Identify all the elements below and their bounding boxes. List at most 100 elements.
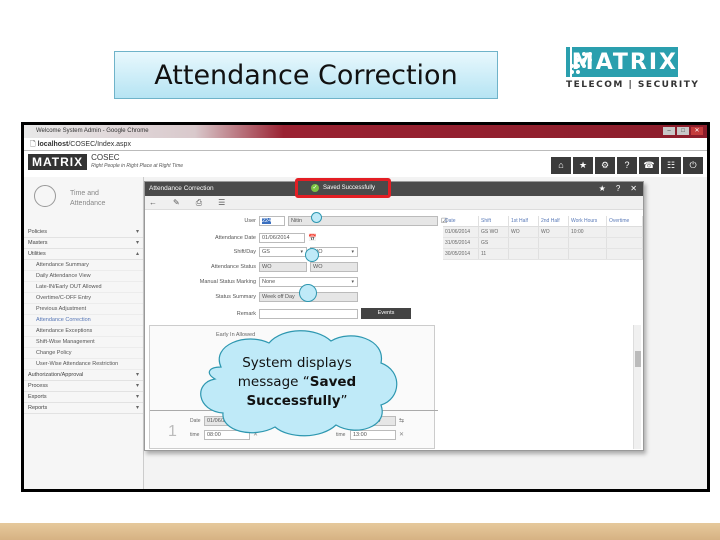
module-label-line1: Time and <box>70 190 99 197</box>
col-2nd-half: 2nd Half <box>539 216 569 226</box>
sidebar-item-policies[interactable]: Policies ▾ <box>24 227 143 238</box>
cell: 31/05/2014 <box>443 238 479 248</box>
app-tagline: Right People in Right Place at Right Tim… <box>91 163 184 169</box>
slide-footer-bar <box>0 523 720 540</box>
sidebar-subitem-attendance-summary[interactable]: Attendance Summary <box>24 260 143 271</box>
nav-label: Exports <box>28 394 47 400</box>
cell <box>539 238 569 248</box>
org-chart-icon[interactable]: ☷ <box>661 157 681 174</box>
address-host: localhost <box>37 141 69 148</box>
vertical-scrollbar[interactable] <box>633 325 641 449</box>
calendar-icon[interactable]: 📅 <box>308 234 317 242</box>
sidebar-subitem-shift-wise-management[interactable]: Shift-Wise Management <box>24 337 143 348</box>
nav-label: Utilities <box>28 251 46 257</box>
cell <box>607 249 643 259</box>
module-time-attendance[interactable]: Time and Attendance <box>24 177 143 227</box>
chevron-down-icon: ▾ <box>135 229 139 235</box>
back-arrow-icon[interactable]: ← <box>149 196 157 209</box>
sidebar-item-exports[interactable]: Exports ▾ <box>24 392 143 403</box>
nav-label: Reports <box>28 405 48 411</box>
panel-help-icon[interactable]: ? <box>616 182 620 196</box>
chevron-up-icon: ▴ <box>135 251 139 257</box>
events-button[interactable]: Events <box>361 308 411 319</box>
nav-label: Authorization/Approval <box>28 372 84 378</box>
shift-select[interactable]: GS ▾ <box>259 246 307 257</box>
callout-text-suffix: ” <box>340 392 348 409</box>
module-label-line2: Attendance <box>70 200 106 207</box>
matrix-logo: MATRIX TELECOM | SECURITY <box>566 47 698 90</box>
status-summary-label: Status Summary <box>215 293 256 300</box>
scrollbar-thumb[interactable] <box>635 351 641 367</box>
close-window-button[interactable]: ✕ <box>691 127 703 135</box>
sidebar-subitem-user-wise-restriction[interactable]: User-Wise Attendance Restriction <box>24 359 143 370</box>
address-path: /COSEC/Index.aspx <box>68 141 131 148</box>
clock-icon <box>34 185 56 207</box>
sidebar-item-reports[interactable]: Reports ▾ <box>24 403 143 414</box>
sidebar-subitem-daily-attendance-view[interactable]: Daily Attendance View <box>24 271 143 282</box>
cell <box>607 238 643 248</box>
sidebar-subitem-change-policy[interactable]: Change Policy <box>24 348 143 359</box>
chevron-down-icon: ▾ <box>135 240 139 246</box>
cell: 01/06/2014 <box>443 227 479 237</box>
sidebar-subitem-attendance-correction[interactable]: Attendance Correction <box>24 315 143 326</box>
remark-input[interactable] <box>259 308 358 319</box>
sidebar-item-process[interactable]: Process ▾ <box>24 381 143 392</box>
panel-title: Attendance Correction <box>149 185 214 192</box>
gear-icon[interactable]: ⚙ <box>595 157 615 174</box>
home-icon[interactable]: ⌂ <box>551 157 571 174</box>
browser-titlebar: Welcome System Admin - Google Chrome – □… <box>24 125 707 138</box>
page-icon: 🗋 <box>30 141 38 148</box>
cell: 30/05/2014 <box>443 249 479 259</box>
star-icon[interactable]: ★ <box>573 157 593 174</box>
callout-tail-bubble <box>299 284 317 302</box>
nav-label: Process <box>28 383 48 389</box>
status-first-half: WO <box>259 261 307 272</box>
address-bar[interactable]: 🗋 localhost/COSEC/Index.aspx <box>24 138 707 151</box>
remark-label: Remark <box>236 310 256 317</box>
edit-pencil-icon[interactable]: ✎ <box>173 196 180 209</box>
power-icon[interactable]: ⏻ <box>683 157 703 174</box>
sidebar-item-masters[interactable]: Masters ▾ <box>24 238 143 249</box>
attendance-status-label: Attendance Status <box>211 263 256 270</box>
callout-tail-bubble <box>305 248 319 262</box>
cell: 11 <box>479 249 509 259</box>
minimize-button[interactable]: – <box>663 127 675 135</box>
sidebar-item-utilities[interactable]: Utilities ▴ <box>24 249 143 260</box>
shift-value: GS <box>262 248 270 255</box>
manual-status-label: Manual Status Marking <box>199 278 256 285</box>
save-icon[interactable]: ⎙ <box>196 196 202 209</box>
logo-word: MATRIX <box>571 47 678 77</box>
maximize-button[interactable]: □ <box>677 127 689 135</box>
list-icon[interactable]: ☰ <box>218 196 225 209</box>
col-1st-half: 1st Half <box>509 216 539 226</box>
attendance-date-input[interactable]: 01/06/2014 <box>259 232 305 243</box>
cell: WO <box>539 227 569 237</box>
table-row[interactable]: 31/05/2014 GS <box>443 238 643 249</box>
help-icon[interactable]: ? <box>617 157 637 174</box>
panel-close-icon[interactable]: ✕ <box>630 182 637 196</box>
col-overtime: Overtime <box>607 216 643 226</box>
cell: GS <box>479 238 509 248</box>
col-shift: Shift <box>479 216 509 226</box>
cell: 10:00 <box>569 227 607 237</box>
sidebar-item-authorization[interactable]: Authorization/Approval ▾ <box>24 370 143 381</box>
sidebar-subitem-attendance-exceptions[interactable]: Attendance Exceptions <box>24 326 143 337</box>
cell: WO <box>509 227 539 237</box>
app-header: MATRIX COSEC Right People in Right Place… <box>24 151 707 177</box>
chevron-down-icon: ▾ <box>135 383 139 389</box>
sidebar-subitem-previous-adjustment[interactable]: Previous Adjustment <box>24 304 143 315</box>
matrix-dots-icon <box>566 47 592 77</box>
favorite-star-icon[interactable]: ★ <box>599 182 606 196</box>
shift-day-label: Shift/Day <box>233 248 256 255</box>
app-logo-word: MATRIX <box>28 154 88 170</box>
cell <box>569 249 607 259</box>
phone-icon[interactable]: ☎ <box>639 157 659 174</box>
table-row[interactable]: 30/05/2014 11 <box>443 249 643 260</box>
panel-header: Attendance Correction ✓ Saved Successful… <box>145 178 643 198</box>
user-label: User <box>244 217 256 224</box>
slide-title: Attendance Correction <box>114 51 498 99</box>
sidebar-subitem-late-in-early-out[interactable]: Late-IN/Early OUT Allowed <box>24 282 143 293</box>
sidebar-subitem-overtime-coff[interactable]: Overtime/C-OFF Entry <box>24 293 143 304</box>
user-id-input[interactable]: 224 <box>259 215 285 226</box>
table-row[interactable]: 01/06/2014 GS WO WO WO 10:00 <box>443 227 643 238</box>
